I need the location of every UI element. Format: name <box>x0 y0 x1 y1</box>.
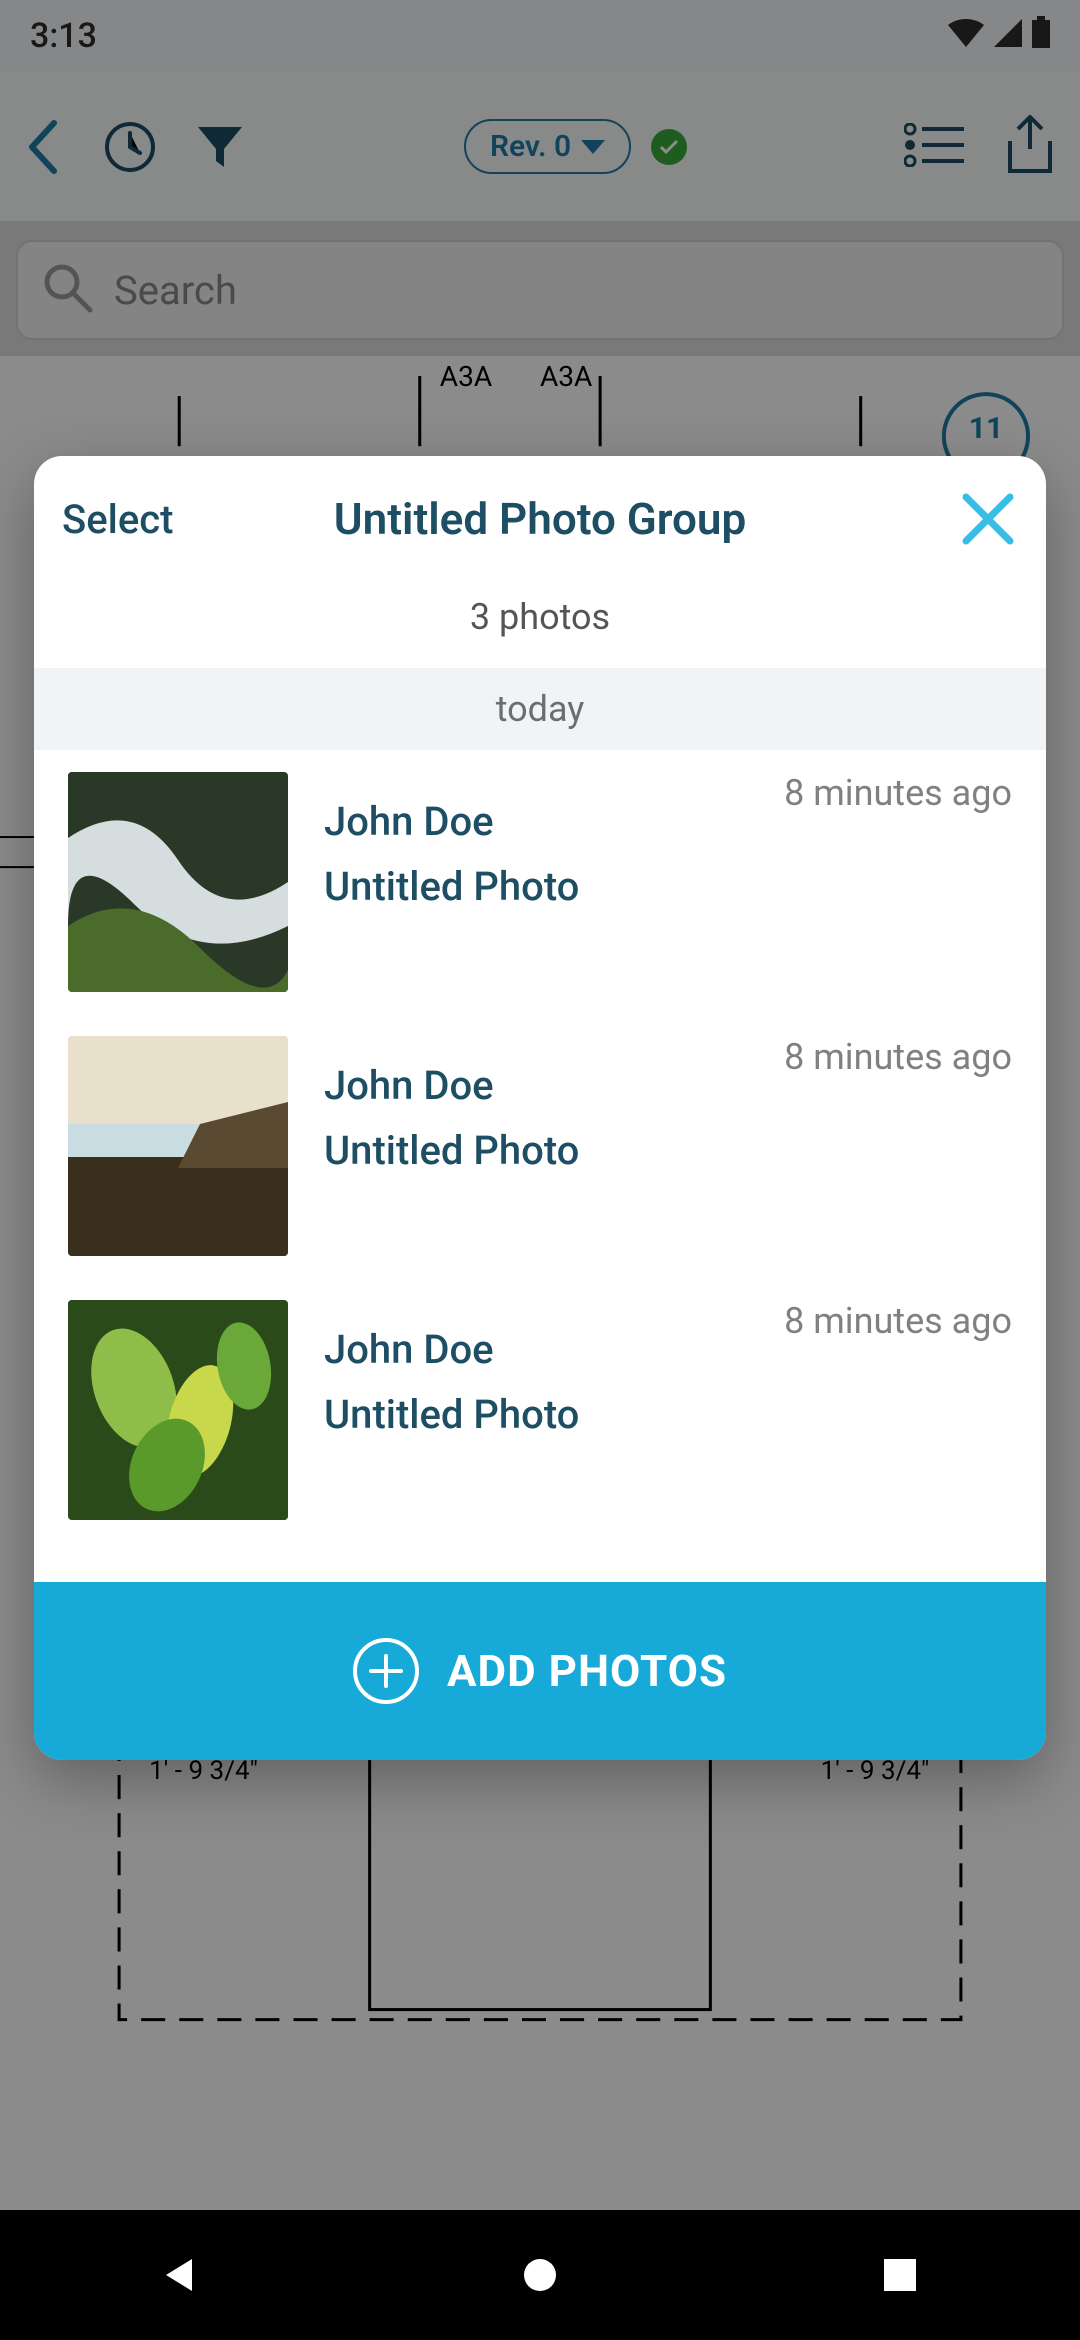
photo-row[interactable]: John Doe Untitled Photo 8 minutes ago <box>34 1014 1046 1278</box>
photo-row[interactable]: John Doe Untitled Photo 8 minutes ago <box>34 750 1046 1014</box>
photo-count-label: 3 photos <box>34 582 1046 668</box>
photo-timestamp: 8 minutes ago <box>784 1036 1012 1078</box>
nav-recent-button[interactable] <box>876 2251 924 2299</box>
photo-timestamp: 8 minutes ago <box>784 1300 1012 1342</box>
photo-group-modal: Select Untitled Photo Group 3 photos tod… <box>34 456 1046 1760</box>
nav-home-button[interactable] <box>516 2251 564 2299</box>
section-header-today: today <box>34 668 1046 750</box>
photo-title: Untitled Photo <box>324 863 1012 910</box>
photo-title: Untitled Photo <box>324 1391 1012 1438</box>
plus-circle-icon <box>353 1638 419 1704</box>
modal-header: Select Untitled Photo Group <box>34 456 1046 582</box>
nav-back-button[interactable] <box>156 2251 204 2299</box>
close-icon <box>960 491 1016 547</box>
photo-thumbnail[interactable] <box>68 772 288 992</box>
add-photos-label: ADD PHOTOS <box>447 1645 727 1697</box>
modal-title: Untitled Photo Group <box>334 493 746 545</box>
photo-thumbnail[interactable] <box>68 1300 288 1520</box>
android-nav-bar <box>0 2210 1080 2340</box>
photo-thumbnail[interactable] <box>68 1036 288 1256</box>
photo-timestamp: 8 minutes ago <box>784 772 1012 814</box>
close-button[interactable] <box>958 489 1018 549</box>
photo-title: Untitled Photo <box>324 1127 1012 1174</box>
add-photos-button[interactable]: ADD PHOTOS <box>34 1582 1046 1760</box>
photo-row[interactable]: John Doe Untitled Photo 8 minutes ago <box>34 1278 1046 1542</box>
select-button[interactable]: Select <box>62 496 173 543</box>
